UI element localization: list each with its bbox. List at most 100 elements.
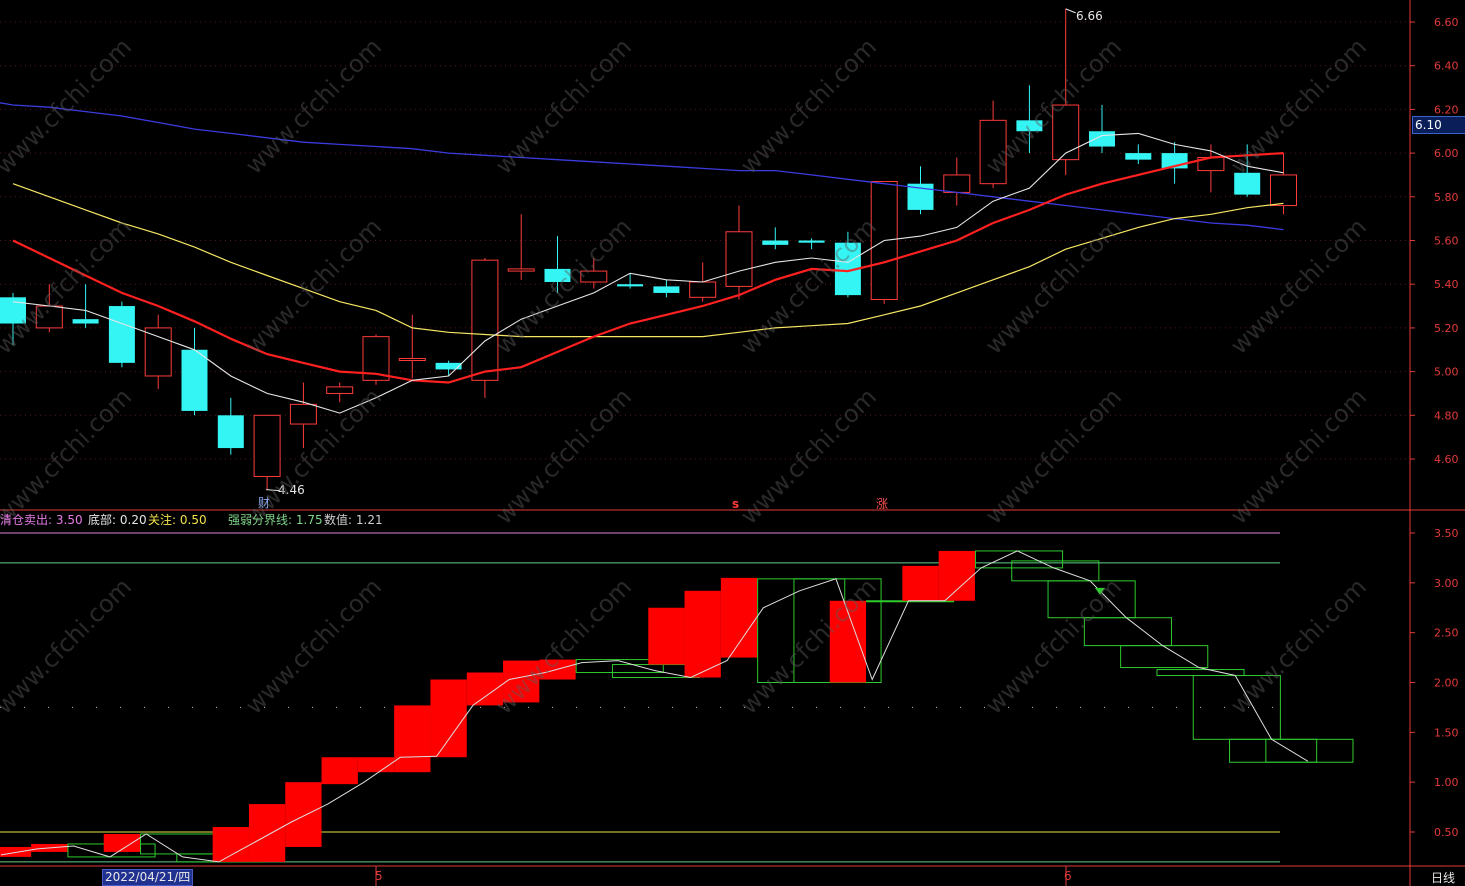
price-tick-label: 5.60 xyxy=(1434,235,1459,248)
candle xyxy=(326,382,354,403)
event-s-marker[interactable]: s xyxy=(732,497,739,511)
candle xyxy=(0,292,26,346)
price-tick-label: 6.00 xyxy=(1434,147,1459,160)
price-tick-label: 4.80 xyxy=(1434,409,1459,422)
candle xyxy=(762,227,789,250)
indicator-panel xyxy=(0,532,1354,863)
candle-body-up xyxy=(253,414,281,477)
price-tick-label: 4.60 xyxy=(1434,453,1459,466)
candle-body-down xyxy=(653,286,680,293)
candle xyxy=(870,181,898,304)
candle xyxy=(1125,144,1152,165)
candle xyxy=(617,273,644,289)
candle-body-up xyxy=(689,281,717,298)
candle xyxy=(798,238,825,250)
candle xyxy=(471,257,499,398)
candle-body-down xyxy=(108,306,135,363)
indicator-box-green xyxy=(1120,645,1209,669)
candlestick-panel xyxy=(0,8,1297,492)
legend-strength-key: 强弱分界线 xyxy=(228,513,289,527)
price-tick-label: 5.20 xyxy=(1434,322,1459,335)
event-cai-marker[interactable]: 财 xyxy=(258,496,270,510)
legend-strength-value: 1.75 xyxy=(295,513,323,527)
candle xyxy=(834,231,861,298)
candle xyxy=(362,334,390,385)
candle-body-down xyxy=(1234,172,1261,195)
chart-canvas: 6.60 6.40 6.20 6.00 5.80 5.60 5.40 5.20 5.00 4.80… xyxy=(0,0,1465,886)
legend-watch-line: 关注: 0.50 xyxy=(148,511,207,528)
period-tab-daily[interactable]: 日线 xyxy=(1431,869,1455,886)
indicator-tick-label: 3.00 xyxy=(1434,577,1459,590)
legend-watch-key: 关注 xyxy=(148,513,173,527)
candle-body-up xyxy=(289,403,317,425)
candle xyxy=(725,205,753,300)
candle xyxy=(943,157,971,206)
candle xyxy=(907,166,934,215)
candle xyxy=(398,314,426,379)
candle xyxy=(72,284,99,328)
indicator-value-line xyxy=(0,550,1309,863)
legend-sep: : xyxy=(288,513,296,527)
price-tick-label: 5.80 xyxy=(1434,191,1459,204)
candle-body-up xyxy=(979,119,1007,185)
legend-sep: : xyxy=(48,513,56,527)
indicator-box-red xyxy=(430,679,467,758)
legend-value-line: 数值: 1.21 xyxy=(324,511,383,528)
candle xyxy=(108,301,135,368)
candle-body-up xyxy=(326,386,354,394)
indicator-box-red xyxy=(503,660,540,703)
legend-value-value: 1.21 xyxy=(355,513,383,527)
ma-blue-line xyxy=(0,102,1284,231)
candle-body-down xyxy=(181,349,208,411)
price-tick-label: 5.00 xyxy=(1434,366,1459,379)
legend-sell-line: 清仓卖出: 3.50 xyxy=(0,511,83,528)
candle xyxy=(1052,8,1080,175)
candle xyxy=(653,279,680,298)
candle xyxy=(289,382,317,449)
candle-body-down xyxy=(435,362,462,370)
event-zhang-marker[interactable]: 涨 xyxy=(876,496,888,511)
price-tick-label: 5.40 xyxy=(1434,278,1459,291)
legend-sep: : xyxy=(112,513,120,527)
last-price-tag: 6.10 xyxy=(1412,116,1465,134)
indicator-tick-label: 2.50 xyxy=(1434,627,1459,640)
legend-value-key: 数值 xyxy=(324,513,349,527)
sell-signal-arrow-icon xyxy=(1095,587,1105,595)
candle-body-down xyxy=(1125,153,1152,160)
candle-body-up xyxy=(1052,104,1080,161)
candle-body-up xyxy=(943,174,971,193)
candle-body-down xyxy=(1016,120,1043,132)
low-price-label: 4.46 xyxy=(278,483,305,497)
candle xyxy=(35,284,63,333)
candle-body-up xyxy=(398,357,426,361)
candle xyxy=(1016,85,1043,154)
indicator-box-red xyxy=(648,607,685,665)
legend-bottom-line: 底部: 0.20 xyxy=(88,511,147,528)
indicator-box-green xyxy=(1192,675,1281,740)
price-axis: 6.60 6.40 6.20 6.00 5.80 5.60 5.40 5.20 5.00 4.80… xyxy=(1410,16,1459,839)
candle xyxy=(544,236,571,293)
candle xyxy=(217,397,244,455)
candle-body-up xyxy=(725,231,753,287)
candle xyxy=(1197,144,1225,193)
indicator-box-red xyxy=(902,565,939,601)
candle-body-up xyxy=(144,327,172,377)
candle-body-down xyxy=(1089,131,1115,147)
indicator-box-red xyxy=(285,782,322,847)
indicator-tick-label: 1.00 xyxy=(1434,776,1459,789)
indicator-box-red xyxy=(321,757,358,785)
event-markers: 6.66 4.46 财 s 涨 xyxy=(258,9,1103,511)
legend-watch-value: 0.50 xyxy=(179,513,207,527)
candle-body-down xyxy=(762,240,789,245)
candle-body-up xyxy=(35,305,63,329)
indicator-box-red xyxy=(466,672,504,706)
legend-bottom-key: 底部 xyxy=(88,513,113,527)
indicator-box-red xyxy=(684,590,721,678)
indicator-tick-label: 1.50 xyxy=(1434,726,1459,739)
candle xyxy=(1089,105,1115,154)
high-price-label: 6.66 xyxy=(1076,9,1103,23)
candle-body-down xyxy=(72,319,99,324)
month-label-6: 6 xyxy=(1064,869,1072,883)
price-tick-label: 6.20 xyxy=(1434,103,1459,116)
candle xyxy=(580,257,608,289)
